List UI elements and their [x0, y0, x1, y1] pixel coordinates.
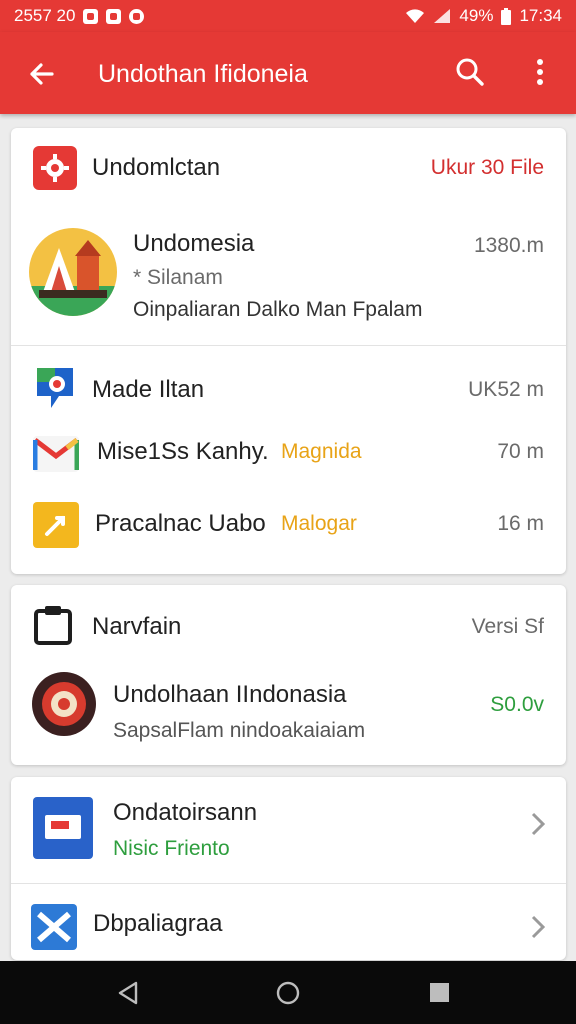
- card-header-title: Undomlctan: [92, 154, 221, 181]
- app-logo-avatar: [31, 671, 97, 742]
- list-header-meta: UK52 m: [468, 378, 544, 401]
- slides-icon: [33, 502, 79, 553]
- chevron-right-icon: [528, 912, 548, 947]
- status-right: 49% 17:34: [405, 6, 562, 26]
- battery-icon: [501, 7, 512, 25]
- status-time-right: 17:34: [519, 6, 562, 25]
- link-row[interactable]: Ondatoirsann Nisic Friento: [11, 777, 566, 882]
- square-recents-icon: [430, 983, 449, 1002]
- app-bar: Undothan Ifidoneia: [0, 32, 576, 114]
- outlook-app-icon: [31, 904, 77, 955]
- nav-home-button[interactable]: [274, 979, 302, 1012]
- search-button[interactable]: [450, 52, 490, 92]
- featured-meta: 1380.m: [473, 234, 544, 257]
- slides-app-icon: [33, 797, 93, 864]
- status-left: 2557 20: [14, 6, 145, 26]
- main-card: Undomlctan Ukur 30 File Undomesia * Sila…: [11, 128, 566, 574]
- system-nav-bar: [0, 961, 576, 1024]
- clipboard-icon: [33, 605, 73, 650]
- nav-item-title: Undolhaan IIndonasia: [113, 681, 347, 708]
- signal-icon: [434, 9, 451, 23]
- gmail-icon: [32, 436, 80, 477]
- more-options-button[interactable]: [520, 52, 560, 92]
- featured-subtitle: * Silanam: [133, 266, 223, 289]
- list-item-meta: 16 m: [497, 512, 544, 535]
- image-notification-icon: [106, 8, 122, 24]
- back-button[interactable]: [22, 54, 62, 94]
- link-row[interactable]: Dbpaliagraa: [11, 884, 566, 960]
- links-card: Ondatoirsann Nisic Friento Dbpaliagraa: [11, 777, 566, 960]
- arrow-back-icon: [30, 63, 54, 85]
- link-row-title: Ondatoirsann: [113, 799, 258, 826]
- link-row-subtitle: Nisic Friento: [113, 837, 230, 860]
- list-item-tag: Magnida: [281, 440, 362, 463]
- featured-title: Undomesia: [133, 230, 255, 257]
- wifi-icon: [406, 9, 425, 23]
- notification-icon: [83, 8, 99, 24]
- circle-home-icon: [276, 981, 300, 1005]
- view-files-link[interactable]: Ukur 30 File: [431, 156, 544, 180]
- nav-back-button[interactable]: [114, 979, 142, 1012]
- list-header-row[interactable]: Made Iltan UK52 m: [11, 356, 566, 418]
- featured-avatar: [29, 226, 117, 323]
- nav-card: Narvfain Versi Sf Undolhaan IIndonasia S…: [11, 585, 566, 765]
- link-row-title: Dbpaliagraa: [93, 910, 223, 937]
- settings-app-icon: [33, 146, 77, 195]
- app-title: Undothan Ifidoneia: [98, 60, 308, 88]
- divider: [11, 345, 566, 346]
- messages-app-icon: [33, 364, 77, 417]
- list-item[interactable]: Pracalnac Uabo Malogar 16 m: [11, 494, 566, 556]
- nav-recents-button[interactable]: [428, 981, 452, 1010]
- status-bar: 2557 20 49% 17:34: [0, 0, 576, 32]
- shield-notification-icon: [129, 8, 145, 24]
- nav-card-title: Narvfain: [92, 613, 182, 640]
- nav-item-meta: S0.0v: [490, 693, 544, 716]
- status-time-left: 2557 20: [14, 6, 76, 25]
- triangle-back-icon: [118, 981, 138, 1005]
- list-item-name: Mise1Ss Kanhy.: [97, 438, 269, 465]
- battery-percent: 49%: [459, 6, 494, 25]
- list-item[interactable]: Mise1Ss Kanhy. Magnida 70 m: [11, 422, 566, 484]
- featured-item[interactable]: Undomesia * Silanam Oinpaliaran Dalko Ma…: [11, 216, 566, 344]
- list-item-tag: Malogar: [281, 512, 357, 535]
- list-item-meta: 70 m: [497, 440, 544, 463]
- featured-description: Oinpaliaran Dalko Man Fpalam: [133, 298, 423, 321]
- list-item-name: Pracalnac Uabo: [95, 510, 266, 537]
- nav-card-item[interactable]: Undolhaan IIndonasia SapsalFlam nindoaka…: [11, 665, 566, 760]
- more-vert-icon: [537, 59, 543, 85]
- list-header-title: Made Iltan: [92, 376, 205, 403]
- search-icon: [456, 58, 484, 86]
- chevron-right-icon: [528, 809, 548, 844]
- nav-card-version: Versi Sf: [471, 615, 544, 638]
- nav-item-subtitle: SapsalFlam nindoakaiaiam: [113, 719, 366, 742]
